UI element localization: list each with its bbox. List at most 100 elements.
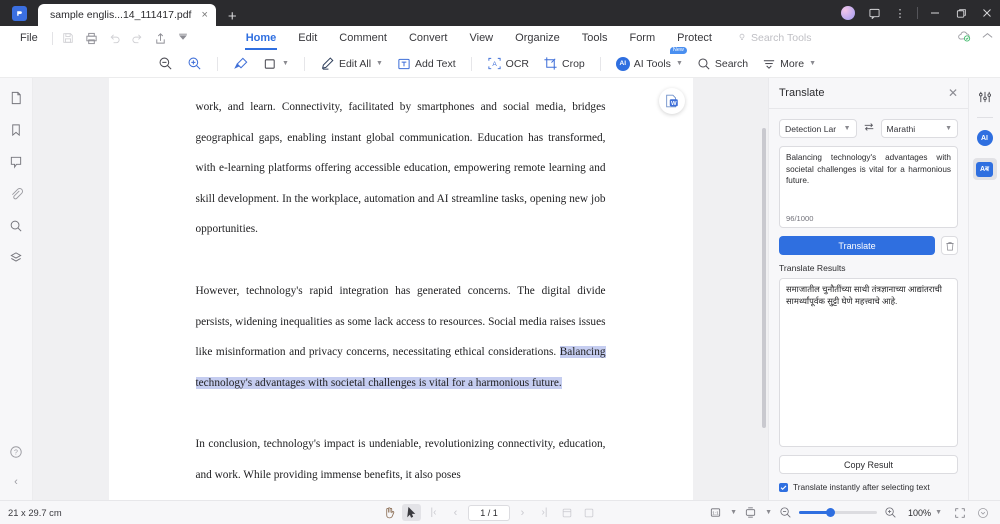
zoom-in-icon[interactable] (881, 504, 900, 521)
zoom-level-select[interactable]: 100% ▼ (904, 505, 946, 521)
status-bar: 21 x 29.7 cm |‹ ‹ 1 / 1 › ›| 1:1 ▼ ▼ 100… (0, 500, 1000, 524)
app-logo (0, 0, 38, 26)
zoom-controls: 1:1 ▼ ▼ 100% ▼ (706, 504, 992, 521)
prev-page-button[interactable]: ‹ (446, 504, 465, 521)
add-text-label: Add Text (414, 57, 456, 70)
source-language-select[interactable]: Detection Lar ▼ (779, 119, 857, 138)
collapse-sidebar-icon[interactable]: ‹ (3, 470, 29, 494)
translate-button[interactable]: Translate (779, 236, 935, 255)
chevron-down-icon: ▼ (843, 125, 851, 132)
last-page-button[interactable]: ›| (535, 504, 554, 521)
redo-icon[interactable] (126, 27, 149, 49)
cloud-sync-icon[interactable] (957, 29, 971, 48)
shape-button[interactable]: ▼ (257, 53, 295, 75)
fit-page-icon[interactable] (557, 504, 576, 521)
close-panel-icon[interactable]: ✕ (948, 86, 958, 100)
search-tools-button[interactable]: Search Tools (737, 32, 812, 45)
settings-sliders-icon[interactable] (973, 86, 997, 108)
close-window-button[interactable] (974, 0, 1000, 26)
feedback-icon[interactable] (861, 0, 887, 26)
zoom-slider[interactable] (799, 508, 878, 517)
translate-panel: Translate ✕ Detection Lar ▼ Marathi ▼ Ba… (768, 78, 968, 500)
search-button[interactable]: Search (691, 53, 754, 75)
ribbon-tabs: Home Edit Comment Convert View Organize … (235, 26, 723, 50)
comment-icon[interactable] (3, 150, 29, 174)
convert-to-word-icon[interactable]: W (658, 88, 685, 114)
single-page-icon[interactable] (579, 504, 598, 521)
avatar[interactable] (835, 0, 861, 26)
source-text-value: Balancing technology's advantages with s… (786, 153, 951, 185)
crop-button[interactable]: Crop (537, 53, 591, 75)
tab-organize[interactable]: Organize (504, 26, 571, 50)
page-dimensions: 21 x 29.7 cm (8, 507, 62, 518)
document-viewport[interactable]: work, and learn. Connectivity, facilitat… (33, 78, 768, 500)
more-button[interactable]: More ▼ (756, 53, 822, 75)
ocr-button[interactable]: A OCR (481, 53, 535, 75)
translate-icon[interactable]: Aब (972, 158, 997, 180)
search-icon[interactable] (3, 214, 29, 238)
chevron-down-icon[interactable]: ▼ (730, 509, 737, 516)
chevron-down-icon[interactable]: ▼ (765, 509, 772, 516)
minimize-button[interactable] (922, 0, 948, 26)
file-menu-button[interactable]: File (10, 32, 48, 44)
target-language-label: Marathi (886, 123, 916, 134)
zoom-slider-knob[interactable] (825, 508, 835, 517)
next-page-button[interactable]: › (513, 504, 532, 521)
close-tab-icon[interactable]: × (199, 9, 209, 21)
collapse-ribbon-icon[interactable] (981, 29, 994, 47)
layers-icon[interactable] (3, 246, 29, 270)
tab-tools[interactable]: Tools (571, 26, 619, 50)
zoom-in-button[interactable] (181, 53, 208, 75)
maximize-button[interactable] (948, 0, 974, 26)
attachment-icon[interactable] (3, 182, 29, 206)
tab-form[interactable]: Form (618, 26, 666, 50)
home-toolbar: ▼ Edit All ▼ Add Text A OCR Crop AI AI T… (0, 46, 1000, 78)
hand-tool-icon[interactable] (380, 504, 399, 521)
divider (217, 56, 218, 71)
thumbnails-icon[interactable] (3, 86, 29, 110)
divider (769, 108, 968, 109)
copy-result-button[interactable]: Copy Result (779, 455, 958, 474)
character-counter: 96/1000 (786, 214, 814, 223)
page-number-input[interactable]: 1 / 1 (468, 504, 510, 521)
ai-assistant-icon[interactable]: AI (973, 127, 997, 149)
print-icon[interactable] (80, 27, 103, 49)
target-language-select[interactable]: Marathi ▼ (880, 119, 958, 138)
source-text-input[interactable]: Balancing technology's advantages with s… (779, 146, 958, 228)
edit-all-button[interactable]: Edit All ▼ (314, 53, 389, 75)
checkbox-checked-icon[interactable] (779, 482, 788, 492)
fullscreen-icon[interactable] (950, 504, 969, 521)
highlight-button[interactable] (227, 53, 255, 75)
tab-view[interactable]: View (458, 26, 504, 50)
paragraph-2: However, technology's rapid integration … (195, 276, 606, 398)
bookmark-icon[interactable] (3, 118, 29, 142)
zoom-out-button[interactable] (152, 53, 179, 75)
help-icon[interactable]: ? (3, 440, 29, 464)
chevron-down-icon: ▼ (945, 125, 952, 132)
trash-icon[interactable] (941, 236, 958, 255)
first-page-button[interactable]: |‹ (424, 504, 443, 521)
document-scrollbar[interactable] (762, 128, 766, 428)
select-tool-icon[interactable] (402, 504, 421, 521)
tab-convert[interactable]: Convert (398, 26, 459, 50)
new-tab-button[interactable]: + (216, 9, 249, 26)
expand-icon[interactable] (973, 504, 992, 521)
panel-title: Translate (779, 87, 825, 99)
document-tab[interactable]: sample englis...14_111417.pdf × (38, 4, 216, 26)
ai-tools-button[interactable]: AI AI Tools ▼ New (610, 46, 689, 75)
add-text-button[interactable]: Add Text (391, 53, 462, 75)
undo-icon[interactable] (103, 27, 126, 49)
zoom-out-icon[interactable] (776, 504, 795, 521)
auto-translate-checkbox-row[interactable]: Translate instantly after selecting text (779, 482, 958, 492)
save-icon[interactable] (57, 27, 80, 49)
more-menu-icon[interactable]: ⋮ (887, 0, 913, 26)
translate-result-box[interactable]: समाजातील चुनौतींच्या साथी तंत्रज्ञानाच्य… (779, 278, 958, 447)
swap-languages-icon[interactable] (862, 121, 876, 136)
tab-edit[interactable]: Edit (287, 26, 328, 50)
tab-home[interactable]: Home (235, 26, 288, 50)
page-layout-icon[interactable]: 1:1 (706, 504, 725, 521)
more-down-icon[interactable] (172, 27, 195, 49)
share-icon[interactable] (149, 27, 172, 49)
scroll-mode-icon[interactable] (741, 504, 760, 521)
tab-comment[interactable]: Comment (328, 26, 398, 50)
